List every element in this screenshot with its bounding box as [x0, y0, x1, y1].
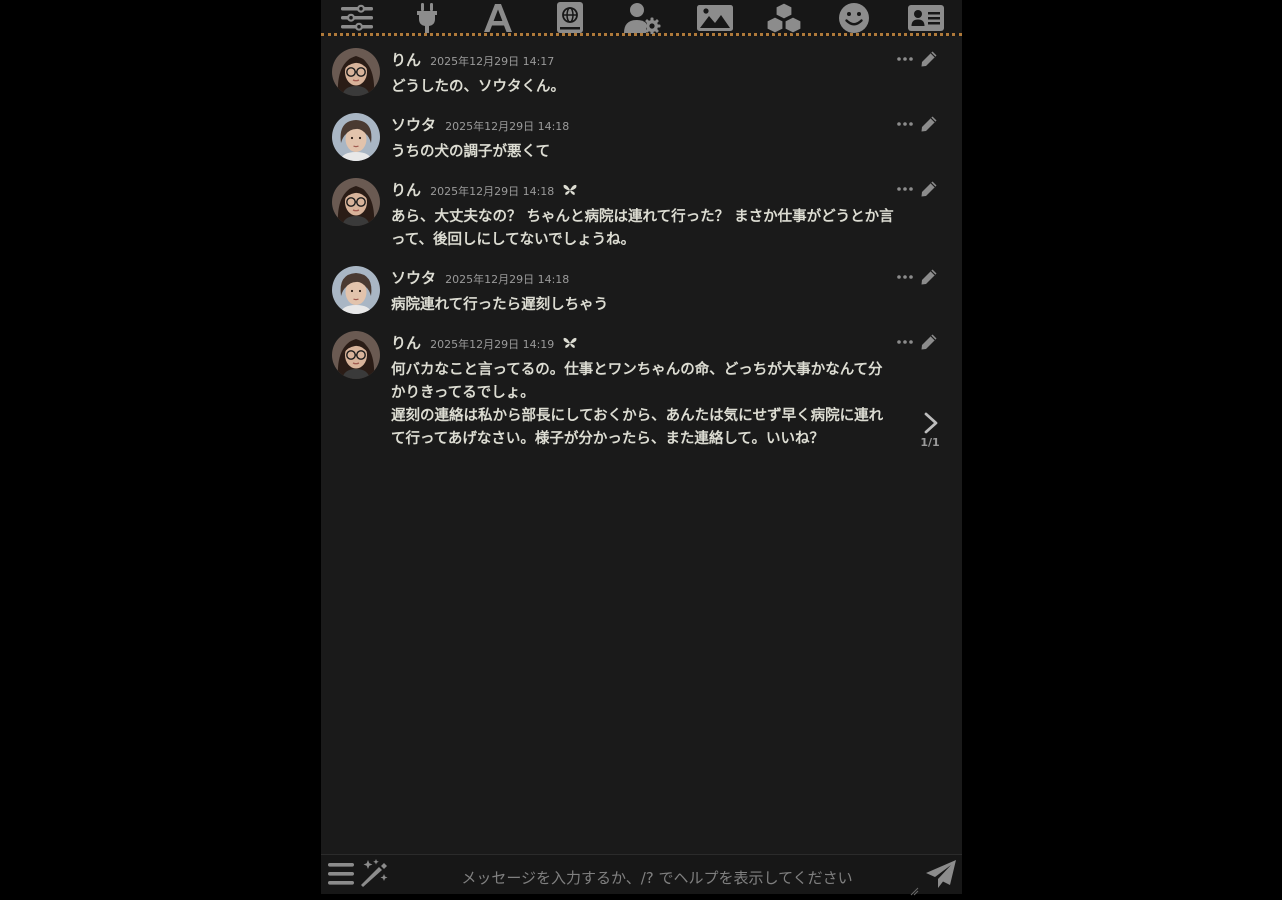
chat-message: りん 2025年12月29日 14:17 どうしたの、ソウタくん。 — [321, 40, 962, 105]
message-author: りん — [391, 334, 422, 352]
more-options-icon[interactable] — [896, 51, 914, 67]
avatar-souta[interactable] — [332, 113, 380, 161]
send-paper-plane-icon[interactable] — [925, 859, 957, 890]
avatar-rin[interactable] — [332, 331, 380, 379]
cubes-icon[interactable] — [765, 2, 803, 34]
butterfly-icon — [563, 181, 577, 195]
chat-message: ソウタ 2025年12月29日 14:18 病院連れて行ったら遅刻しちゃう — [321, 258, 962, 323]
more-options-icon[interactable] — [896, 116, 914, 132]
composer-bar — [321, 854, 962, 896]
edit-pencil-icon[interactable] — [920, 268, 938, 285]
avatar-rin[interactable] — [332, 48, 380, 96]
message-author: りん — [391, 51, 422, 69]
menu-bars-icon[interactable] — [327, 861, 355, 887]
edit-pencil-icon[interactable] — [920, 180, 938, 197]
avatar-souta[interactable] — [332, 266, 380, 314]
font-icon[interactable] — [479, 2, 517, 34]
edit-pencil-icon[interactable] — [920, 115, 938, 132]
edit-pencil-icon[interactable] — [920, 333, 938, 350]
resize-grip-icon[interactable] — [909, 881, 919, 896]
more-options-icon[interactable] — [896, 181, 914, 197]
address-card-icon[interactable] — [907, 2, 945, 34]
message-timestamp: 2025年12月29日 14:18 — [445, 273, 570, 286]
plug-icon[interactable] — [408, 2, 446, 34]
message-author: ソウタ — [391, 269, 437, 287]
message-input[interactable] — [397, 859, 917, 892]
magic-wand-icon[interactable] — [359, 858, 391, 890]
message-header: りん 2025年12月29日 14:18 — [391, 179, 577, 199]
chat-message: ソウタ 2025年12月29日 14:18 うちの犬の調子が悪くて — [321, 105, 962, 170]
message-text: 何バカなこと言ってるの。仕事とワンちゃんの命、どっちが大事かなんて分 かりきって… — [391, 362, 884, 447]
chat-log: りん 2025年12月29日 14:17 どうしたの、ソウタくん。 ソウタ 20… — [321, 40, 962, 852]
top-toolbar — [321, 0, 962, 36]
message-timestamp: 2025年12月29日 14:18 — [430, 185, 555, 198]
swipe-counter: 1/1 — [920, 436, 940, 449]
message-text: うちの犬の調子が悪くて — [391, 144, 551, 160]
more-options-icon[interactable] — [896, 334, 914, 350]
chat-message: りん 2025年12月29日 14:18 あら、大丈夫なの？ ちゃんと病院は連れ… — [321, 170, 962, 258]
message-header: りん 2025年12月29日 14:19 — [391, 332, 577, 352]
swipe-right-chevron-icon[interactable] — [921, 411, 941, 457]
chat-message: りん 2025年12月29日 14:19 何バカなこと言ってるの。仕事とワンちゃ… — [321, 323, 962, 463]
image-icon[interactable] — [696, 2, 734, 34]
message-author: りん — [391, 181, 422, 199]
message-author: ソウタ — [391, 116, 437, 134]
message-text: あら、大丈夫なの？ ちゃんと病院は連れて行った？ まさか仕事がどうとか言 って、… — [391, 209, 894, 248]
sliders-icon[interactable] — [338, 2, 376, 34]
message-timestamp: 2025年12月29日 14:19 — [430, 338, 555, 351]
message-text: 病院連れて行ったら遅刻しちゃう — [391, 297, 609, 313]
smile-icon[interactable] — [835, 2, 873, 34]
message-header: りん 2025年12月29日 14:17 — [391, 49, 554, 69]
message-header: ソウタ 2025年12月29日 14:18 — [391, 267, 569, 287]
butterfly-icon — [563, 334, 577, 348]
message-header: ソウタ 2025年12月29日 14:18 — [391, 114, 569, 134]
user-gear-icon[interactable] — [623, 2, 661, 35]
chat-app: りん 2025年12月29日 14:17 どうしたの、ソウタくん。 ソウタ 20… — [321, 0, 962, 896]
more-options-icon[interactable] — [896, 269, 914, 285]
message-timestamp: 2025年12月29日 14:18 — [445, 120, 570, 133]
book-atlas-icon[interactable] — [551, 2, 589, 34]
edit-pencil-icon[interactable] — [920, 50, 938, 67]
message-timestamp: 2025年12月29日 14:17 — [430, 55, 555, 68]
message-text: どうしたの、ソウタくん。 — [391, 79, 565, 95]
avatar-rin[interactable] — [332, 178, 380, 226]
